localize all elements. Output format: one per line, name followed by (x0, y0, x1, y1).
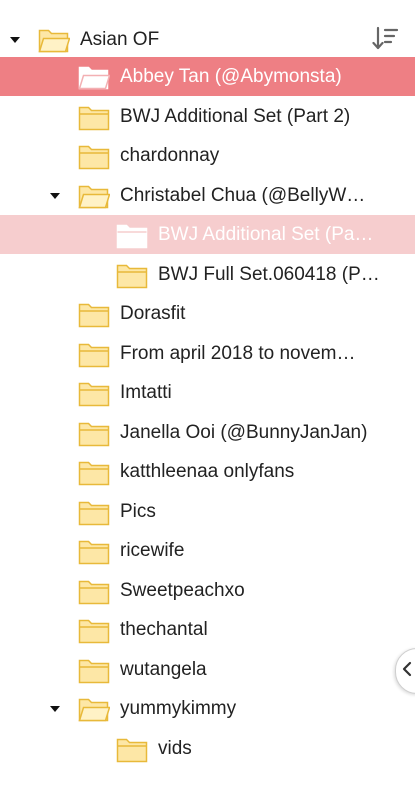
tree-item-label: katthleenaa onlyfans (120, 461, 295, 482)
tree-item-janella-ooi[interactable]: Janella Ooi (@BunnyJanJan) (0, 413, 415, 452)
tree-item-wutangela[interactable]: wutangela (0, 650, 415, 689)
chevron-left-icon (401, 661, 413, 682)
tree-item-christabel-chua[interactable]: Christabel Chua (@BellyW… (0, 176, 415, 215)
tree-item-katthleenaa[interactable]: katthleenaa onlyfans (0, 452, 415, 491)
tree-item-chardonnay[interactable]: chardonnay (0, 136, 415, 175)
tree-item-asian-of[interactable]: Asian OF (0, 20, 415, 59)
tree-item-bwj-full-set[interactable]: BWJ Full Set.060418 (P… (0, 255, 415, 294)
folder-open-icon (38, 26, 70, 54)
folder-tree: Asian OF Abbey Tan (@Abymonsta) BWJ Addi… (0, 0, 415, 800)
tree-item-label: chardonnay (120, 145, 220, 166)
sort-descending-icon[interactable] (371, 25, 399, 53)
tree-item-label: Janella Ooi (@BunnyJanJan) (120, 422, 368, 443)
tree-item-label: BWJ Additional Set (Pa… (158, 224, 374, 245)
folder-icon (78, 142, 110, 170)
folder-open-icon (78, 182, 110, 210)
tree-item-yummykimmy[interactable]: yummykimmy (0, 689, 415, 728)
tree-item-label: BWJ Additional Set (Part 2) (120, 106, 351, 127)
tree-item-label: yummykimmy (120, 698, 237, 719)
tree-item-label: BWJ Full Set.060418 (P… (158, 264, 380, 285)
caret-down-icon[interactable] (48, 189, 62, 203)
tree-item-thechantal[interactable]: thechantal (0, 610, 415, 649)
tree-item-label: Sweetpeachxo (120, 580, 245, 601)
folder-icon (78, 103, 110, 131)
folder-icon (78, 577, 110, 605)
tree-item-label: Asian OF (80, 29, 160, 50)
tree-item-sweetpeachxo[interactable]: Sweetpeachxo (0, 571, 415, 610)
tree-item-dorasfit[interactable]: Dorasfit (0, 294, 415, 333)
folder-icon (78, 379, 110, 407)
folder-icon (78, 340, 110, 368)
tree-item-label: Imtatti (120, 382, 172, 403)
folder-icon (78, 458, 110, 486)
tree-item-from-april-2018[interactable]: From april 2018 to novem… (0, 334, 415, 373)
tree-item-label: wutangela (120, 659, 207, 680)
tree-item-abbey-tan[interactable]: Abbey Tan (@Abymonsta) (0, 57, 415, 96)
folder-icon (78, 419, 110, 447)
folder-icon (78, 300, 110, 328)
folder-icon (78, 498, 110, 526)
caret-down-icon[interactable] (48, 702, 62, 716)
folder-icon (78, 656, 110, 684)
tree-item-label: Pics (120, 501, 156, 522)
folder-icon (116, 221, 148, 249)
folder-icon (116, 261, 148, 289)
tree-item-pics[interactable]: Pics (0, 492, 415, 531)
tree-item-label: ricewife (120, 540, 185, 561)
tree-item-imtatti[interactable]: Imtatti (0, 373, 415, 412)
tree-item-label: thechantal (120, 619, 208, 640)
caret-down-icon[interactable] (8, 33, 22, 47)
tree-item-bwj-additional-part2[interactable]: BWJ Additional Set (Part 2) (0, 97, 415, 136)
folder-open-icon (78, 695, 110, 723)
folder-open-icon (78, 63, 110, 91)
tree-item-ricewife[interactable]: ricewife (0, 531, 415, 570)
folder-icon (78, 537, 110, 565)
tree-item-bwj-additional-set[interactable]: BWJ Additional Set (Pa… (0, 215, 415, 254)
folder-icon (78, 616, 110, 644)
tree-item-label: Christabel Chua (@BellyW… (120, 185, 366, 206)
tree-item-label: From april 2018 to novem… (120, 343, 356, 364)
tree-item-vids[interactable]: vids (0, 729, 415, 768)
tree-item-label: Dorasfit (120, 303, 186, 324)
tree-item-label: Abbey Tan (@Abymonsta) (120, 66, 342, 87)
folder-icon (116, 735, 148, 763)
tree-item-label: vids (158, 738, 192, 759)
